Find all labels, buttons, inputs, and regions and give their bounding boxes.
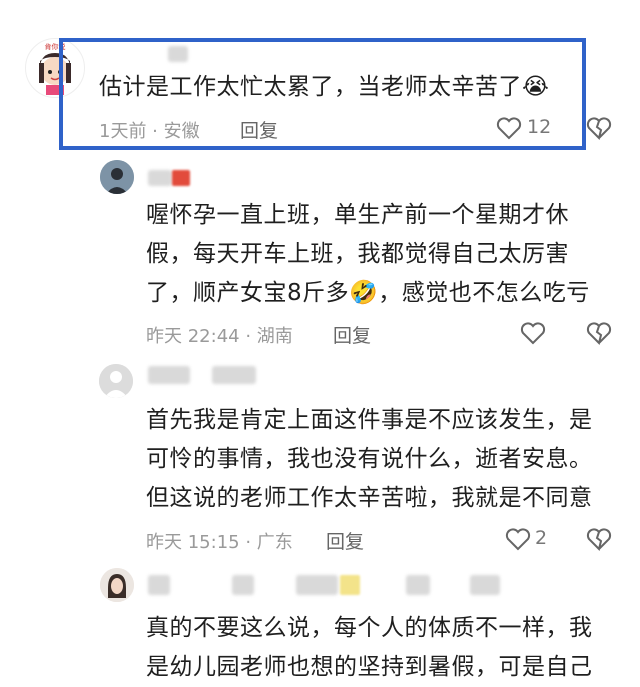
username[interactable] bbox=[148, 366, 190, 384]
username[interactable] bbox=[148, 575, 170, 595]
username[interactable] bbox=[406, 575, 430, 595]
dislike-broken-heart-icon[interactable] bbox=[586, 116, 612, 140]
reply-button[interactable]: 回复 bbox=[326, 527, 364, 554]
comment-meta: 1天前 · 安徽 bbox=[99, 121, 200, 142]
username[interactable] bbox=[296, 575, 338, 595]
reply-button[interactable]: 回复 bbox=[240, 116, 278, 143]
crying-face-icon: 😭 bbox=[522, 74, 550, 100]
dislike-broken-heart-icon[interactable] bbox=[586, 321, 612, 345]
laughing-face-icon: 🤣 bbox=[349, 280, 379, 306]
comment-meta: 昨天 22:44 · 湖南 bbox=[146, 326, 293, 347]
comment-meta: 昨天 15:15 · 广东 bbox=[146, 532, 293, 553]
comment-line: 是幼儿园老师也想的坚持到暑假，可是自己 bbox=[146, 654, 593, 680]
username-badge bbox=[340, 575, 360, 595]
avatar[interactable] bbox=[99, 364, 133, 398]
username[interactable] bbox=[212, 366, 256, 384]
comment-line: 可怜的事情，我也没有说什么，逝者安息。 bbox=[146, 446, 593, 472]
comment-line: 首先我是肯定上面这件事是不应该发生，是 bbox=[146, 407, 593, 433]
comment-line: 了，顺产女宝8斤多🤣，感觉也不怎么吃亏 bbox=[146, 280, 590, 306]
dislike-broken-heart-icon[interactable] bbox=[586, 527, 612, 551]
username[interactable] bbox=[232, 575, 254, 595]
comment-line: 假，每天开车上班，我都觉得自己太厉害 bbox=[146, 241, 569, 267]
username-badge bbox=[172, 170, 190, 186]
like-heart-icon[interactable] bbox=[505, 527, 531, 551]
user-photo-icon bbox=[100, 160, 134, 194]
default-user-icon bbox=[99, 364, 133, 398]
comment-line: 真的不要这么说，每个人的体质不一样，我 bbox=[146, 615, 593, 641]
like-count: 12 bbox=[527, 116, 552, 138]
comment-text: 估计是工作太忙太累了，当老师太辛苦了😭 bbox=[99, 74, 550, 100]
comment-line: 喔怀孕一直上班，单生产前一个星期才休 bbox=[146, 202, 569, 228]
like-heart-icon[interactable] bbox=[520, 321, 546, 345]
user-photo-icon bbox=[100, 568, 134, 602]
username[interactable] bbox=[470, 575, 500, 595]
username[interactable] bbox=[148, 170, 172, 186]
like-heart-icon[interactable] bbox=[496, 116, 522, 140]
reply-button[interactable]: 回复 bbox=[333, 321, 371, 348]
avatar[interactable] bbox=[100, 568, 134, 602]
comment-line: 但这说的老师工作太辛苦啦，我就是不同意 bbox=[146, 485, 593, 511]
avatar[interactable] bbox=[100, 160, 134, 194]
like-count: 2 bbox=[535, 527, 548, 549]
